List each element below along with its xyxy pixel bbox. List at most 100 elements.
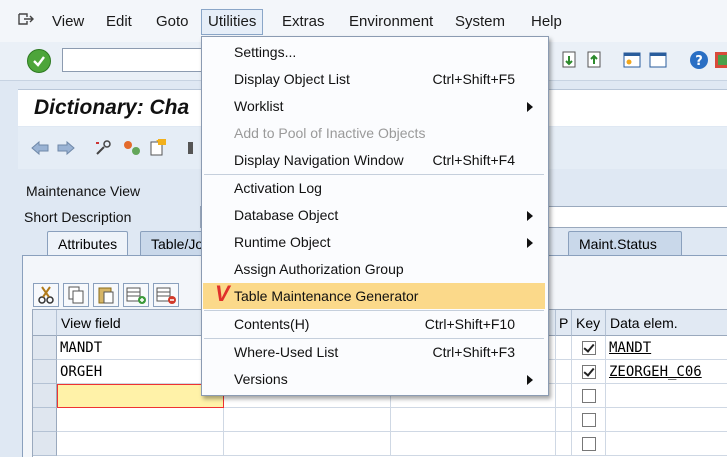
table-cell-key	[572, 384, 606, 408]
menu-item-label: Contents(H)	[234, 316, 310, 332]
menu-system[interactable]: System	[449, 10, 511, 34]
menu-item-shortcut: Ctrl+Shift+F3	[432, 344, 515, 360]
utilities-dropdown-menu: Settings... Display Object List Ctrl+Shif…	[201, 36, 549, 396]
header-key: Key	[572, 310, 606, 336]
row-selector[interactable]	[33, 360, 57, 384]
key-checkbox[interactable]	[582, 365, 596, 379]
menu-item-display-object-list[interactable]: Display Object List Ctrl+Shift+F5	[203, 66, 545, 92]
short-description-label: Short Description	[24, 209, 132, 225]
menu-item-activation-log[interactable]: Activation Log	[203, 175, 545, 201]
upload-icon[interactable]	[585, 50, 605, 70]
key-checkbox[interactable]	[582, 437, 596, 451]
menu-item-shortcut: Ctrl+Shift+F4	[432, 152, 515, 168]
key-checkbox[interactable]	[582, 413, 596, 427]
download-icon[interactable]	[560, 50, 580, 70]
table-cell-data-element[interactable]: ZEORGEH_C06	[606, 360, 727, 384]
forward-arrow-icon[interactable]	[56, 139, 76, 157]
menu-item-add-to-pool: Add to Pool of Inactive Objects	[203, 120, 545, 146]
row-selector[interactable]	[33, 384, 57, 408]
menu-item-display-navigation-window[interactable]: Display Navigation Window Ctrl+Shift+F4	[203, 147, 545, 173]
table-cell-view-field[interactable]	[57, 408, 224, 432]
menu-item-shortcut: Ctrl+Shift+F5	[432, 71, 515, 87]
back-arrow-icon[interactable]	[30, 139, 50, 157]
table-cell-data-element[interactable]: MANDT	[606, 336, 727, 360]
menu-item-contents[interactable]: Contents(H) Ctrl+Shift+F10	[203, 311, 545, 337]
cut-button[interactable]	[33, 283, 59, 307]
menu-goto[interactable]: Goto	[150, 10, 195, 34]
check-mark-icon: V	[215, 281, 230, 306]
layout-icon[interactable]	[713, 50, 727, 70]
menu-item-label: Add to Pool of Inactive Objects	[234, 125, 426, 141]
enter-button[interactable]	[27, 49, 51, 73]
menu-item-runtime-object[interactable]: Runtime Object	[203, 229, 545, 255]
svg-text:?: ?	[695, 54, 703, 69]
table-cell[interactable]	[556, 384, 572, 408]
table-cell[interactable]	[391, 408, 556, 432]
row-selector[interactable]	[33, 432, 57, 456]
header-view-field: View field	[57, 310, 224, 336]
shortcut-icon[interactable]	[648, 50, 668, 70]
paste-button[interactable]	[93, 283, 119, 307]
scissors-icon	[38, 286, 54, 304]
table-cell[interactable]	[556, 408, 572, 432]
check-object-icon[interactable]	[148, 139, 168, 157]
table-cell-key	[572, 432, 606, 456]
table-cell-view-field[interactable]	[57, 432, 224, 456]
table-cell-view-field[interactable]: MANDT	[57, 336, 224, 360]
table-cell[interactable]	[556, 336, 572, 360]
menu-item-table-maintenance-generator[interactable]: V Table Maintenance Generator	[203, 281, 545, 309]
table-cell-data-element[interactable]	[606, 408, 727, 432]
menu-item-where-used-list[interactable]: Where-Used List Ctrl+Shift+F3	[203, 339, 545, 365]
menu-item-assign-authorization-group[interactable]: Assign Authorization Group	[203, 256, 545, 282]
table-cell-data-element[interactable]	[606, 432, 727, 456]
menu-item-versions[interactable]: Versions	[203, 366, 545, 392]
row-selector[interactable]	[33, 336, 57, 360]
submenu-arrow-icon	[527, 238, 533, 248]
maintenance-view-label: Maintenance View	[26, 183, 141, 199]
menu-extras[interactable]: Extras	[276, 10, 331, 34]
table-cell[interactable]	[556, 360, 572, 384]
copy-icon	[68, 286, 84, 304]
menu-item-label: Worklist	[234, 98, 284, 114]
menu-item-label: Activation Log	[234, 180, 322, 196]
table-cell-data-element[interactable]	[606, 384, 727, 408]
table-cell-key	[572, 408, 606, 432]
menu-environment[interactable]: Environment	[343, 10, 439, 34]
menu-item-settings[interactable]: Settings...	[203, 39, 545, 65]
menu-item-label: Database Object	[234, 207, 339, 223]
table-cell[interactable]	[224, 408, 391, 432]
menu-item-label: Display Navigation Window	[234, 152, 404, 168]
menu-edit[interactable]: Edit	[100, 10, 138, 34]
table-cell-view-field-active[interactable]	[57, 384, 224, 408]
header-data-element: Data elem.	[606, 310, 727, 336]
key-checkbox[interactable]	[582, 389, 596, 403]
submenu-arrow-icon	[527, 102, 533, 112]
menu-utilities[interactable]: Utilities	[201, 9, 264, 35]
command-field[interactable]	[62, 48, 209, 72]
display-change-icon[interactable]	[94, 139, 114, 157]
table-cell-view-field[interactable]: ORGEH	[57, 360, 224, 384]
tab-maint-status[interactable]: Maint.Status	[568, 231, 682, 256]
key-checkbox[interactable]	[582, 341, 596, 355]
tab-attributes[interactable]: Attributes	[47, 231, 129, 256]
other-object-icon[interactable]	[122, 139, 142, 157]
submenu-arrow-icon	[527, 211, 533, 221]
menu-item-database-object[interactable]: Database Object	[203, 202, 545, 228]
help-icon[interactable]: ?	[689, 50, 709, 70]
menu-item-label: Display Object List	[234, 71, 350, 87]
insert-row-button[interactable]	[123, 283, 149, 307]
table-cell[interactable]	[224, 432, 391, 456]
delete-row-button[interactable]	[153, 283, 179, 307]
select-all-header[interactable]	[33, 310, 57, 336]
menu-help[interactable]: Help	[525, 10, 568, 34]
menu-item-label: Settings...	[234, 44, 297, 60]
menu-item-worklist[interactable]: Worklist	[203, 93, 545, 119]
new-session-icon[interactable]	[622, 50, 642, 70]
table-cell-key	[572, 336, 606, 360]
menu-view[interactable]: View	[46, 10, 90, 34]
table-cell[interactable]	[556, 432, 572, 456]
table-cell[interactable]	[391, 432, 556, 456]
row-selector[interactable]	[33, 408, 57, 432]
copy-button[interactable]	[63, 283, 89, 307]
menu-exit-icon[interactable]	[18, 12, 34, 26]
